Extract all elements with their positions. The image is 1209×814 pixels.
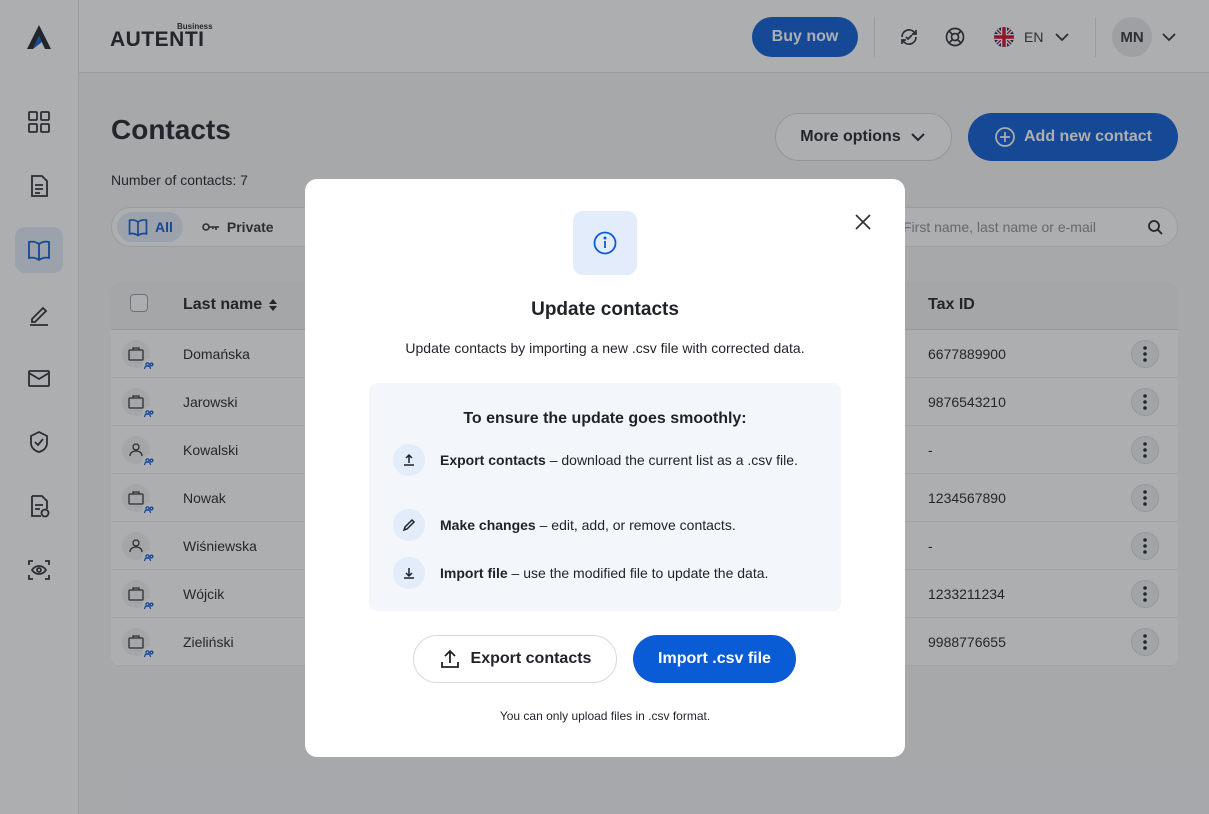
steps-panel: To ensure the update goes smoothly: Expo…: [369, 383, 841, 611]
info-badge: [573, 211, 637, 275]
export-contacts-label: Export contacts: [470, 650, 592, 667]
import-csv-button[interactable]: Import .csv file: [633, 635, 796, 683]
info-icon: [593, 231, 617, 255]
upload-note: You can only upload files in .csv format…: [499, 709, 711, 723]
update-contacts-modal: Update contacts Update contacts by impor…: [305, 179, 905, 757]
modal-title: Update contacts: [531, 299, 679, 320]
step-changes: Make changes – edit, add, or remove cont…: [393, 509, 813, 541]
close-icon[interactable]: [853, 212, 873, 232]
steps-heading: To ensure the update goes smoothly:: [463, 410, 747, 427]
modal-description: Update contacts by importing a new .csv …: [405, 340, 805, 356]
step-text: Make changes – edit, add, or remove cont…: [440, 517, 736, 533]
upload-icon: [440, 649, 459, 668]
step-text: Export contacts – download the current l…: [440, 452, 798, 468]
step-text: Import file – use the modified file to u…: [440, 565, 769, 581]
step-export: Export contacts – download the current l…: [393, 444, 813, 476]
export-contacts-button[interactable]: Export contacts: [413, 635, 617, 683]
step-import: Import file – use the modified file to u…: [393, 557, 813, 589]
upload-icon: [404, 453, 414, 466]
download-icon: [404, 568, 414, 579]
pencil-icon: [402, 518, 416, 532]
